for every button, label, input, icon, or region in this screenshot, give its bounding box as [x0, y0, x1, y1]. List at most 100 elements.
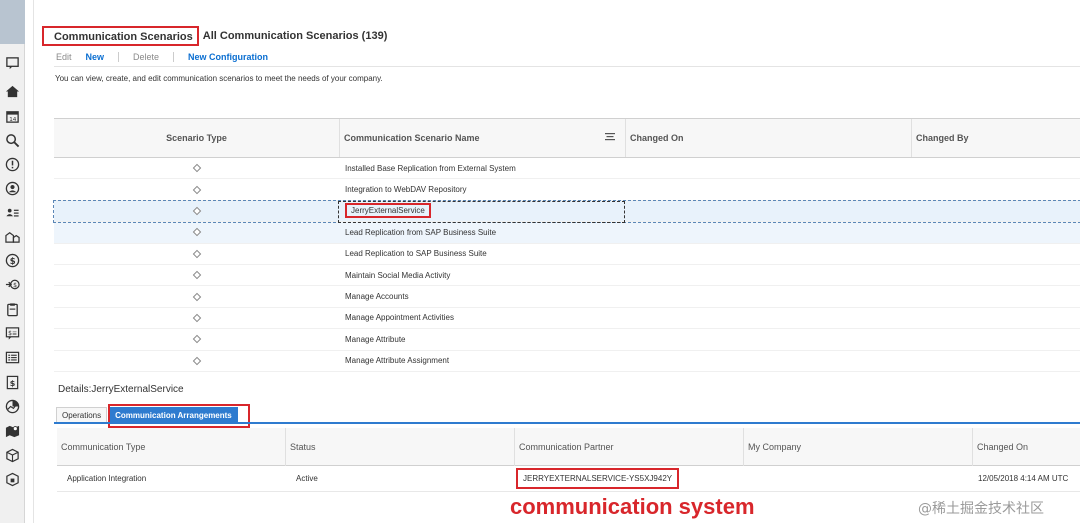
scenario-name-link[interactable]: Manage Accounts — [345, 292, 409, 301]
toolbar-separator — [173, 52, 175, 62]
toolbar-separator — [118, 52, 120, 62]
cell-changed-on: 12/05/2018 4:14 AM UTC — [978, 474, 1069, 483]
table-row[interactable]: Manage Attribute Assignment — [54, 351, 1080, 372]
sort-icon[interactable] — [605, 133, 615, 141]
cell-scenario-type — [54, 185, 340, 194]
tab-operations[interactable]: Operations — [56, 407, 108, 423]
table-header: Scenario Type Communication Scenario Nam… — [54, 118, 1080, 158]
home-icon[interactable] — [5, 84, 20, 99]
partner-link[interactable]: JERRYEXTERNALSERVICE-YS5XJ942Y — [516, 468, 680, 489]
new-configuration-button[interactable]: New Configuration — [188, 52, 268, 62]
watermark: @稀土掘金技术社区 — [918, 501, 1044, 517]
diamond-icon — [192, 228, 202, 237]
diamond-icon — [192, 185, 202, 194]
view-selector-communication-scenarios[interactable]: Communication Scenarios — [42, 26, 199, 46]
scenario-name-link[interactable]: Lead Replication from SAP Business Suite — [345, 228, 496, 237]
cell-scenario-type — [54, 313, 340, 323]
clipboard-icon[interactable] — [5, 302, 20, 317]
annotation-label: communication system — [510, 494, 755, 519]
arrangements-table: Communication Type Status Communication … — [57, 428, 1080, 492]
delete-button[interactable]: Delete — [133, 52, 159, 62]
accounts-icon[interactable] — [5, 229, 20, 244]
svg-text:$: $ — [13, 282, 17, 289]
page-title-row: Communication Scenarios All Communicatio… — [42, 26, 387, 46]
invoice-icon[interactable]: $ — [5, 375, 20, 390]
table-row[interactable]: Installed Base Replication from External… — [54, 158, 1080, 180]
table-row[interactable]: Manage Accounts — [54, 286, 1080, 308]
row-focus-outline — [338, 201, 625, 223]
map-icon[interactable] — [5, 423, 20, 438]
cell-scenario-type — [54, 335, 340, 344]
cell-communication-type: Application Integration — [67, 474, 147, 483]
table-row[interactable]: Manage Appointment Activities — [54, 308, 1080, 330]
cell-scenario-type — [54, 228, 340, 237]
view-title: All Communication Scenarios (139) — [202, 30, 388, 42]
list-icon[interactable] — [5, 350, 20, 365]
column-header-communication-partner[interactable]: Communication Partner — [515, 428, 744, 466]
alert-icon[interactable] — [5, 157, 20, 172]
column-header-communication-type[interactable]: Communication Type — [57, 428, 286, 466]
scenario-name-link[interactable]: Integration to WebDAV Repository — [345, 185, 467, 194]
package-icon[interactable] — [5, 472, 20, 487]
diamond-icon — [192, 249, 202, 258]
column-header-scenario-name[interactable]: Communication Scenario Name — [340, 119, 626, 157]
scenario-name-link[interactable]: Maintain Social Media Activity — [345, 271, 450, 280]
table-row[interactable]: Manage Attribute — [54, 329, 1080, 351]
diamond-icon — [192, 270, 202, 280]
highlight-box — [108, 404, 250, 428]
cell-scenario-name: Manage Attribute — [340, 335, 626, 344]
svg-text:$: $ — [10, 379, 16, 388]
cell-scenario-name: Manage Accounts — [340, 292, 626, 301]
diamond-icon — [192, 163, 202, 173]
cell-scenario-name: Lead Replication to SAP Business Suite — [340, 249, 626, 258]
table-row[interactable]: Lead Replication from SAP Business Suite — [54, 222, 1080, 244]
cell-scenario-type — [54, 249, 340, 258]
feed-icon[interactable] — [5, 56, 20, 71]
column-header-changed-by[interactable]: Changed By — [912, 119, 1080, 157]
table-row[interactable]: Application Integration Active JERRYEXTE… — [57, 466, 1080, 492]
cell-scenario-type — [54, 206, 340, 216]
details-title: Details:JerryExternalService — [58, 384, 184, 395]
table-row[interactable]: Lead Replication to SAP Business Suite — [54, 244, 1080, 265]
column-header-changed-on[interactable]: Changed On — [626, 119, 912, 157]
cell-scenario-name: Maintain Social Media Activity — [340, 271, 626, 280]
svg-text:$: $ — [10, 256, 16, 266]
quote-icon[interactable]: $≡ — [5, 326, 20, 341]
svg-text:14: 14 — [9, 117, 17, 123]
box-icon[interactable] — [5, 448, 20, 463]
page-description: You can view, create, and edit communica… — [55, 74, 383, 83]
diamond-icon — [192, 206, 202, 216]
column-header-changed-on[interactable]: Changed On — [973, 428, 1080, 466]
column-header-status[interactable]: Status — [286, 428, 515, 466]
scenario-name-link[interactable]: Manage Attribute Assignment — [345, 356, 449, 365]
new-button[interactable]: New — [86, 52, 105, 62]
tabs-underline — [54, 422, 1080, 424]
scenario-name-link[interactable]: Installed Base Replication from External… — [345, 164, 516, 173]
column-header-scenario-type[interactable]: Scenario Type — [54, 119, 340, 157]
cell-status: Active — [296, 474, 318, 483]
calendar-icon[interactable]: 14 — [5, 109, 20, 124]
table-row[interactable]: Maintain Social Media Activity — [54, 265, 1080, 287]
analytics-icon[interactable] — [5, 399, 20, 414]
column-header-my-company[interactable]: My Company — [744, 428, 973, 466]
scenario-name-link[interactable]: Manage Appointment Activities — [345, 313, 454, 322]
scenario-name-link[interactable]: Manage Attribute — [345, 335, 405, 344]
search-icon[interactable] — [5, 133, 20, 148]
table-row[interactable]: Integration to WebDAV Repository — [54, 179, 1080, 201]
left-sidebar: 14 $ $ $≡ $ — [0, 0, 25, 523]
cell-scenario-type — [54, 356, 340, 365]
sidebar-top-bar — [0, 0, 25, 44]
cell-scenario-name: Installed Base Replication from External… — [340, 164, 626, 173]
edit-button[interactable]: Edit — [56, 52, 72, 62]
contacts-icon[interactable] — [5, 205, 20, 220]
person-icon[interactable] — [5, 181, 20, 196]
toolbar-divider — [54, 66, 1080, 67]
arrangements-header: Communication Type Status Communication … — [57, 428, 1080, 466]
money-icon[interactable]: $ — [5, 253, 20, 268]
scenarios-table: Scenario Type Communication Scenario Nam… — [53, 118, 1080, 372]
scenario-name-link[interactable]: Lead Replication to SAP Business Suite — [345, 249, 487, 258]
cell-scenario-name: Integration to WebDAV Repository — [340, 185, 626, 194]
pipeline-icon[interactable]: $ — [5, 277, 20, 292]
svg-text:$≡: $≡ — [8, 330, 17, 337]
content-divider — [33, 0, 34, 523]
